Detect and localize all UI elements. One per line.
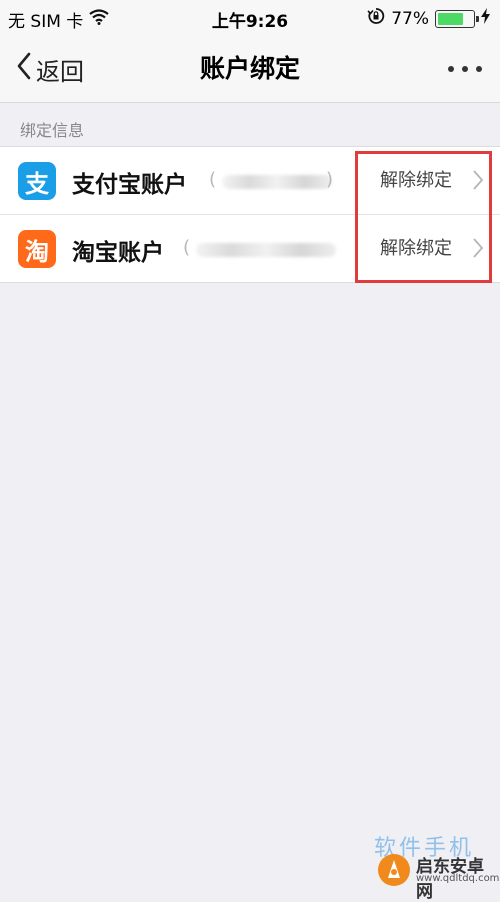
masked-account-id [222, 175, 332, 189]
account-name: 支付宝账户 [72, 172, 187, 198]
highlight-box [355, 151, 492, 283]
masked-paren-open: ( [209, 169, 217, 190]
page-title: 账户绑定 [199, 54, 300, 83]
battery-icon [435, 9, 479, 28]
taobao-icon: 淘 [18, 230, 56, 268]
watermark-url: www.qdltdq.com [416, 873, 500, 884]
section-label: 绑定信息 [20, 121, 85, 140]
masked-paren-open: ( [183, 237, 191, 258]
battery-percent: 77% [391, 8, 429, 29]
rotation-lock-icon [367, 7, 385, 30]
nav-bar: 返回 账户绑定 [0, 36, 500, 103]
status-right: 77% [367, 7, 490, 30]
account-name: 淘宝账户 [72, 240, 164, 266]
watermark-logo-icon [376, 852, 412, 888]
charging-icon [481, 8, 490, 29]
alipay-icon: 支 [18, 162, 56, 200]
status-bar: 无 SIM 卡 上午9:26 77% [0, 0, 500, 36]
masked-paren-close: ) [326, 169, 334, 190]
watermark: 软件手机 启东安卓网 www.qdltdq.com [370, 830, 499, 902]
masked-account-id [196, 243, 336, 257]
more-dots-icon[interactable] [448, 36, 482, 102]
